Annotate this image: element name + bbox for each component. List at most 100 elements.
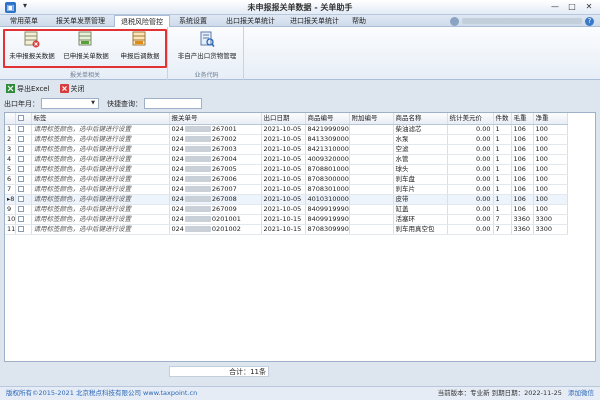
col-extra-code[interactable]: 附加编号 (349, 113, 394, 125)
row-checkbox[interactable] (17, 195, 24, 202)
table-row[interactable]: 6 请用标签颜色，选中后键进行设置 024 267006 2021-10-05 87083… (5, 174, 568, 185)
table-row[interactable]: 5 请用标签颜色，选中后键进行设置 024 267005 2021-10-05 87088… (5, 164, 568, 175)
row-checkbox-cell[interactable] (15, 224, 32, 235)
col-declaration-no[interactable]: 报关单号 (169, 113, 262, 125)
row-checkbox[interactable] (17, 155, 24, 162)
close-tab-button[interactable]: 关闭 (58, 83, 87, 95)
table-row[interactable]: 9 请用标签颜色，选中后键进行设置 024 267009 2021-10-05 84099… (5, 204, 568, 215)
label-cell[interactable]: 请用标签颜色，选中后键进行设置 (31, 154, 170, 165)
extra-code-cell (349, 214, 394, 225)
row-checkbox[interactable] (17, 225, 24, 232)
row-checkbox-cell[interactable] (15, 174, 32, 185)
non-self-goods-button[interactable]: 非自产出口货物管理 (172, 29, 242, 65)
gross-weight-cell: 106 (511, 154, 534, 165)
export-excel-button[interactable]: 导出Excel (4, 83, 52, 95)
chevron-down-icon[interactable]: ▼ (89, 99, 97, 108)
row-checkbox-cell[interactable] (15, 154, 32, 165)
label-cell[interactable]: 请用标签颜色，选中后键进行设置 (31, 214, 170, 225)
select-all-checkbox[interactable] (17, 114, 24, 121)
menu-common[interactable]: 常用菜单 (4, 15, 44, 27)
declaration-no-suffix: 267005 (211, 164, 237, 173)
table-row[interactable]: 2 请用标签颜色，选中后键进行设置 024 267002 2021-10-05 84133… (5, 134, 568, 145)
label-cell[interactable]: 请用标签颜色，选中后键进行设置 (31, 124, 170, 135)
row-checkbox-cell[interactable] (15, 194, 32, 205)
row-number-text: 10 (7, 214, 15, 223)
col-label[interactable]: 标签 (31, 113, 170, 125)
label-cell[interactable]: 请用标签颜色，选中后键进行设置 (31, 184, 170, 195)
row-checkbox-cell[interactable] (15, 124, 32, 135)
copyright-link[interactable]: 版权所有©2015-2021 北京税点科技有限公司 www.taxpoint.c… (6, 387, 197, 400)
highlight-box (3, 29, 167, 68)
declaration-no-suffix: 267007 (211, 184, 237, 193)
row-checkbox-cell[interactable] (15, 204, 32, 215)
label-cell[interactable]: 请用标签颜色，选中后键进行设置 (31, 144, 170, 155)
declaration-no-prefix: 024 (171, 184, 184, 193)
redacted-digits (184, 195, 211, 202)
row-checkbox[interactable] (17, 125, 24, 132)
col-net-weight[interactable]: 净重 (533, 113, 568, 125)
row-checkbox-cell[interactable] (15, 164, 32, 175)
table-row[interactable]: 4 请用标签颜色，选中后键进行设置 024 267004 2021-10-05 40093… (5, 154, 568, 165)
gross-weight-cell: 106 (511, 164, 534, 175)
col-select[interactable] (15, 113, 32, 125)
quick-query-input[interactable] (144, 98, 202, 109)
declaration-no-suffix: 267003 (211, 144, 237, 153)
col-goods-name[interactable]: 商品名称 (393, 113, 448, 125)
goods-name-cell: 球头 (393, 164, 448, 175)
row-checkbox-cell[interactable] (15, 214, 32, 225)
row-checkbox-cell[interactable] (15, 184, 32, 195)
add-wechat-link[interactable]: 添加微信 (568, 389, 594, 397)
row-number: 10 (5, 214, 16, 225)
table-row[interactable]: 1 请用标签颜色，选中后键进行设置 024 267001 2021-10-05 84219… (5, 124, 568, 135)
row-checkbox[interactable] (17, 175, 24, 182)
pieces-cell: 1 (493, 124, 512, 135)
label-cell[interactable]: 请用标签颜色，选中后键进行设置 (31, 164, 170, 175)
row-checkbox[interactable] (17, 165, 24, 172)
label-cell[interactable]: 请用标签颜色，选中后键进行设置 (31, 204, 170, 215)
export-date-cell: 2021-10-05 (261, 204, 306, 215)
menu-import-stats[interactable]: 进口报关单统计 (284, 15, 345, 27)
row-checkbox-cell[interactable] (15, 134, 32, 145)
data-table: 标签 报关单号 出口日期 商品编号 附加编号 商品名称 统计美元价 件数 毛重 … (5, 113, 568, 235)
col-export-date[interactable]: 出口日期 (261, 113, 306, 125)
table-row[interactable]: 11 请用标签颜色，选中后键进行设置 024 0201002 2021-10-15 870… (5, 224, 568, 235)
row-checkbox-cell[interactable] (15, 144, 32, 155)
label-cell[interactable]: 请用标签颜色，选中后键进行设置 (31, 194, 170, 205)
minimize-button[interactable]: — (548, 1, 562, 13)
menu-help[interactable]: 帮助 (346, 15, 372, 27)
row-checkbox[interactable] (17, 185, 24, 192)
col-gross-weight[interactable]: 毛重 (511, 113, 534, 125)
declaration-no-cell: 024 267004 (169, 154, 262, 165)
export-date-cell: 2021-10-05 (261, 164, 306, 175)
table-row[interactable]: 7 请用标签颜色，选中后键进行设置 024 267007 2021-10-05 87083… (5, 184, 568, 195)
net-weight-cell: 3300 (533, 224, 568, 235)
row-checkbox[interactable] (17, 145, 24, 152)
col-usd-price[interactable]: 统计美元价 (447, 113, 494, 125)
usd-price-cell: 0.00 (447, 154, 494, 165)
row-checkbox[interactable] (17, 135, 24, 142)
close-button[interactable]: ✕ (582, 1, 596, 13)
pieces-cell: 1 (493, 144, 512, 155)
goods-code-cell: 8421999090 (305, 124, 350, 135)
declaration-no-prefix: 024 (171, 154, 184, 163)
label-cell[interactable]: 请用标签颜色，选中后键进行设置 (31, 134, 170, 145)
goods-code-cell: 8409919990 (305, 204, 350, 215)
col-pieces[interactable]: 件数 (493, 113, 512, 125)
menu-invoice[interactable]: 报关单发票管理 (50, 15, 111, 27)
month-select[interactable]: ▼ (41, 98, 99, 109)
menu-export-stats[interactable]: 出口报关单统计 (220, 15, 281, 27)
table-row[interactable]: ▸8 请用标签颜色，选中后键进行设置 024 267008 2021-10-05 4010… (5, 194, 568, 205)
table-row[interactable]: 10 请用标签颜色，选中后键进行设置 024 0201001 2021-10-15 840… (5, 214, 568, 225)
label-cell[interactable]: 请用标签颜色，选中后键进行设置 (31, 174, 170, 185)
help-icon[interactable]: ? (585, 16, 594, 26)
table-row[interactable]: 3 请用标签颜色，选中后键进行设置 024 267003 2021-10-05 84213… (5, 144, 568, 155)
usd-price-cell: 0.00 (447, 164, 494, 175)
row-checkbox[interactable] (17, 205, 24, 212)
row-number: ▸8 (5, 194, 16, 205)
label-cell[interactable]: 请用标签颜色，选中后键进行设置 (31, 224, 170, 235)
maximize-button[interactable]: □ (565, 1, 579, 13)
menu-settings[interactable]: 系统设置 (173, 15, 213, 27)
col-goods-code[interactable]: 商品编号 (305, 113, 350, 125)
non-self-goods-label: 非自产出口货物管理 (177, 52, 237, 60)
row-checkbox[interactable] (17, 215, 24, 222)
